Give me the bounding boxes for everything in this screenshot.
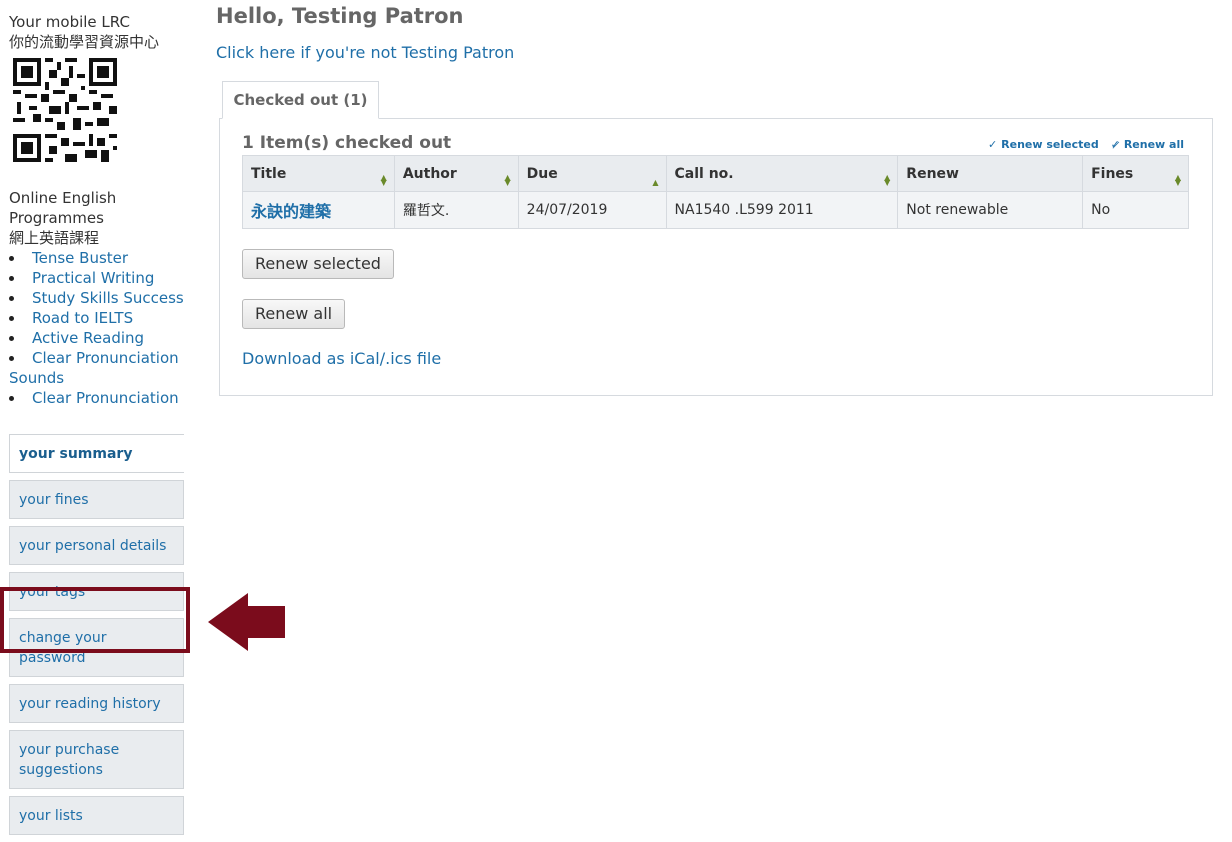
sort-icon: ▲ ▼ [1174,173,1181,187]
menu-change-your-password[interactable]: change your password [9,618,184,677]
menu-your-summary[interactable]: your summary [9,434,184,473]
programme-item[interactable]: Study Skills Success [9,288,187,308]
sort-ascending-icon: ▲ [652,178,659,187]
column-header-label: Author [402,165,457,182]
programme-item[interactable]: Clear Pronunciation [9,388,187,408]
cell-fines: No [1082,191,1189,229]
column-header-due[interactable]: Due ▲ [517,155,667,192]
cell-title[interactable]: 永訣的建築 [242,191,395,229]
mobile-lrc-title: Your mobile LRC [9,13,130,31]
checkmark-icon: ✓ [987,138,998,151]
programme-link[interactable]: Tense Buster [32,249,128,267]
renew-links: ✓ Renew selected ✓̷ Renew all [988,138,1184,151]
double-checkmark-icon: ✓̷ [1110,138,1120,151]
cell-renew: Not renewable [897,191,1084,229]
menu-your-fines[interactable]: your fines [9,480,184,519]
page-title: Hello, Testing Patron [216,4,464,28]
programme-link[interactable]: Study Skills Success [32,289,184,307]
menu-your-tags[interactable]: your tags [9,572,184,611]
column-header-label: Title [251,165,287,182]
programme-link[interactable]: Clear Pronunciation [32,389,179,407]
renew-selected-link[interactable]: ✓ Renew selected [988,138,1099,151]
renew-all-button[interactable]: Renew all [242,299,346,329]
menu-your-purchase-suggestions[interactable]: your purchase suggestions [9,730,184,789]
programme-item[interactable]: Active Reading [9,328,187,348]
account-menu: your summary your fines your personal de… [9,434,184,842]
menu-your-lists[interactable]: your lists [9,796,184,835]
column-header-author[interactable]: Author ▲ ▼ [393,155,519,192]
menu-your-personal-details[interactable]: your personal details [9,526,184,565]
programme-item[interactable]: Tense Buster [9,248,187,268]
column-header-label: Renew [906,165,959,182]
programmes-title: Online English Programmes [9,189,117,227]
sidebar: Your mobile LRC 你的流動學習資源中心 Online Englis… [9,12,187,408]
programme-item[interactable]: Road to IELTS [9,308,187,328]
programme-list: Tense Buster Practical Writing Study Ski… [9,248,187,408]
table-header-row: Title ▲ ▼ Author ▲ ▼ Due ▲ Call no. ▲ ▼ Renew F… [242,155,1189,192]
checkouts-table: Title ▲ ▼ Author ▲ ▼ Due ▲ Call no. ▲ ▼ Renew F… [242,155,1189,229]
renew-all-link[interactable]: ✓̷ Renew all [1111,138,1184,151]
column-header-call-no[interactable]: Call no. ▲ ▼ [665,155,899,192]
left-arrow-icon [208,593,285,651]
programme-link[interactable]: Road to IELTS [32,309,133,327]
sort-icon: ▲ ▼ [380,173,387,187]
sort-icon: ▲ ▼ [884,173,891,187]
tab-checked-out[interactable]: Checked out (1) [222,81,379,119]
programme-item[interactable]: Practical Writing [9,268,187,288]
column-header-label: Due [526,165,558,182]
checked-out-count-heading: 1 Item(s) checked out [242,133,452,153]
download-ical-link[interactable]: Download as iCal/.ics file [242,349,441,368]
menu-your-reading-history[interactable]: your reading history [9,684,184,723]
renew-selected-button[interactable]: Renew selected [242,249,394,279]
title-link[interactable]: 永訣的建築 [251,202,331,221]
column-header-label: Fines [1091,165,1134,182]
column-header-fines[interactable]: Fines ▲ ▼ [1082,155,1189,192]
not-you-link[interactable]: Click here if you're not Testing Patron [216,43,514,62]
renew-selected-link-label: Renew selected [1001,138,1099,151]
programmes-title-zh: 網上英語課程 [9,229,100,247]
programme-link[interactable]: Active Reading [32,329,144,347]
programme-item[interactable]: Clear Pronunciation Sounds [9,348,187,388]
checked-out-panel: 1 Item(s) checked out ✓ Renew selected ✓̷… [219,118,1213,396]
column-header-label: Call no. [674,165,734,182]
renew-all-link-label: Renew all [1123,138,1184,151]
cell-due: 24/07/2019 [517,191,667,229]
programme-link[interactable]: Clear Pronunciation Sounds [9,349,179,387]
sort-icon: ▲ ▼ [504,173,511,187]
qr-code-image [13,58,117,162]
cell-call-no: NA1540 .L599 2011 [665,191,899,229]
programme-link[interactable]: Practical Writing [32,269,154,287]
column-header-title[interactable]: Title ▲ ▼ [242,155,395,192]
cell-author: 羅哲文. [393,191,519,229]
column-header-renew: Renew [897,155,1084,192]
table-row: 永訣的建築 羅哲文. 24/07/2019 NA1540 .L599 2011 … [242,191,1189,229]
mobile-lrc-title-zh: 你的流動學習資源中心 [9,33,160,51]
